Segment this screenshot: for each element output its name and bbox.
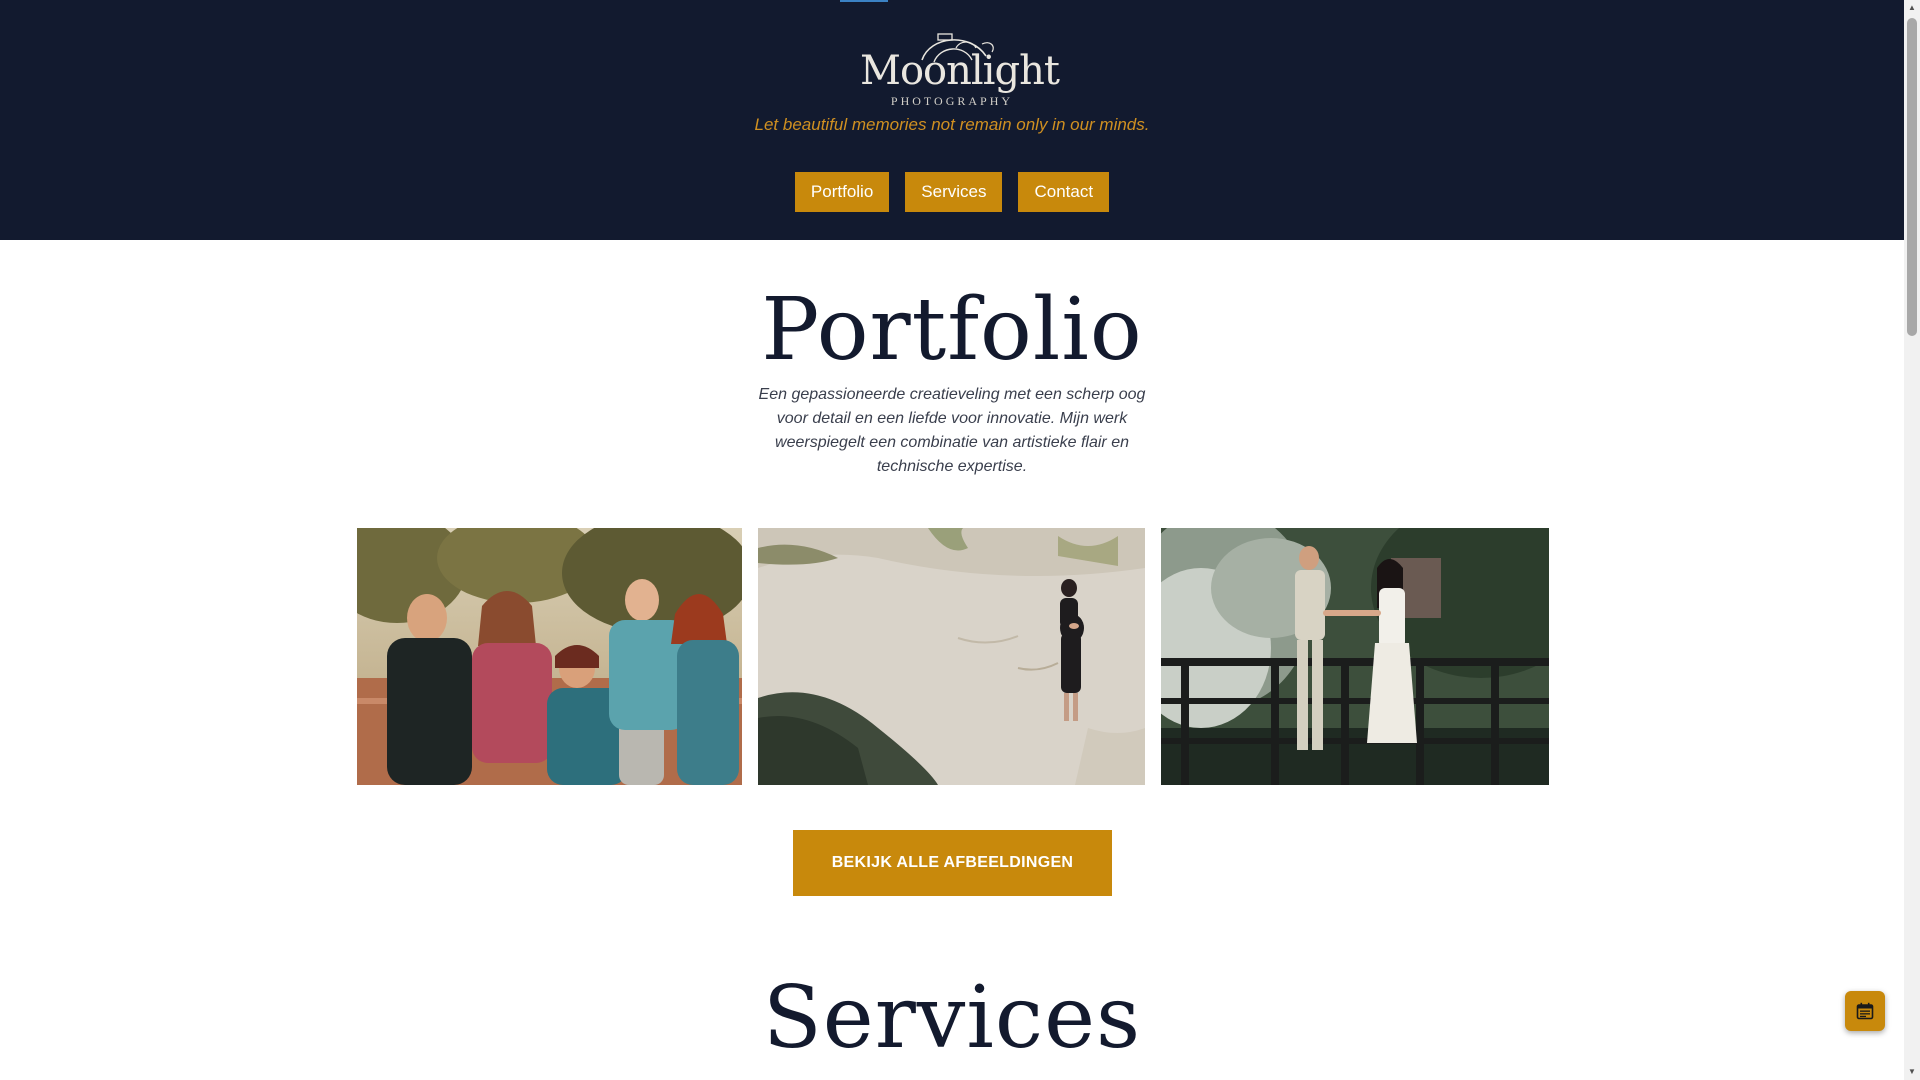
site-logo[interactable]: Moonlight PHOTOGRAPHY xyxy=(860,26,1060,110)
booking-calendar-button[interactable] xyxy=(1845,991,1885,1031)
logo-subtitle: PHOTOGRAPHY xyxy=(890,94,1014,108)
logo-wordmark: Moonlight xyxy=(860,48,1060,94)
family-photo-image xyxy=(357,528,742,785)
portfolio-heading: Portfolio xyxy=(761,280,1143,380)
nav-button-portfolio[interactable]: Portfolio xyxy=(794,172,890,212)
scrollbar-thumb[interactable] xyxy=(1907,18,1917,336)
gallery-photo-family[interactable] xyxy=(357,528,742,785)
maternity-photo-image xyxy=(758,528,1145,785)
main-nav: Portfolio Services Contact xyxy=(0,172,1904,212)
tagline: Let beautiful memories not remain only i… xyxy=(754,115,1150,134)
gallery-photo-wedding[interactable] xyxy=(1161,528,1549,785)
wedding-photo-image xyxy=(1161,528,1549,785)
nav-button-contact[interactable]: Contact xyxy=(1018,172,1110,212)
header-accent-line xyxy=(840,0,888,2)
calendar-icon xyxy=(1856,1002,1874,1020)
gallery-photo-maternity[interactable] xyxy=(758,528,1145,785)
vertical-scrollbar[interactable]: ▲ ▼ xyxy=(1904,0,1920,1080)
scroll-down-arrow-icon[interactable]: ▼ xyxy=(1904,1064,1920,1080)
page: Moonlight PHOTOGRAPHY Let beautiful memo… xyxy=(0,0,1904,1080)
scroll-up-arrow-icon[interactable]: ▲ xyxy=(1904,0,1920,16)
view-all-images-button[interactable]: BEKIJK ALLE AFBEELDINGEN xyxy=(793,830,1112,896)
portfolio-intro-text: Een gepassioneerde creatieveling met een… xyxy=(758,386,1146,475)
nav-button-services[interactable]: Services xyxy=(905,172,1003,212)
site-header: Moonlight PHOTOGRAPHY Let beautiful memo… xyxy=(0,0,1904,240)
services-heading: Services xyxy=(762,968,1142,1068)
